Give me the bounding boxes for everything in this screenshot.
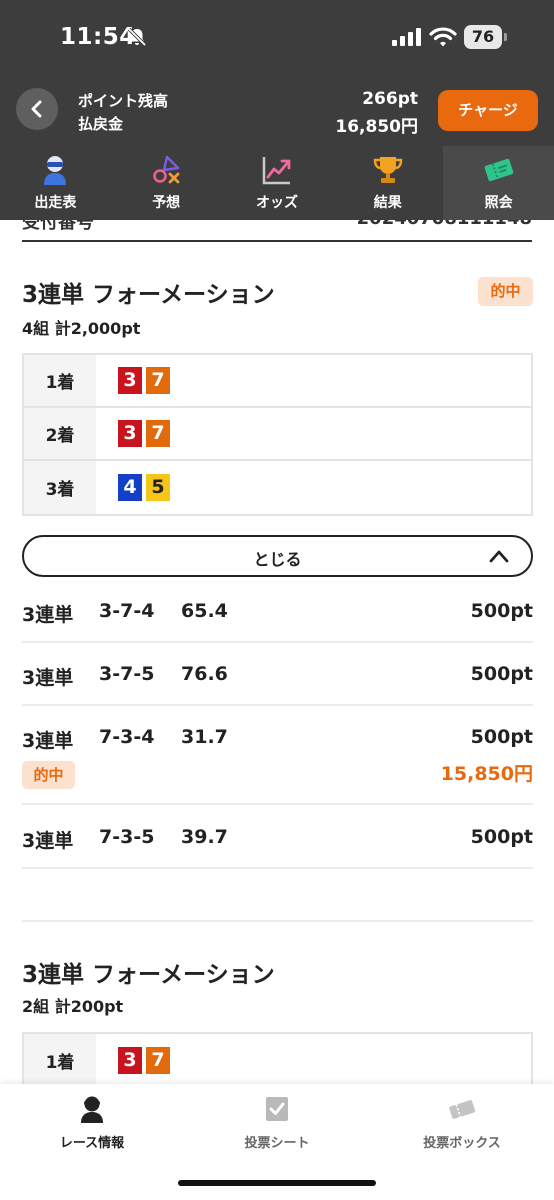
tickets-icon <box>449 1100 476 1119</box>
tab-prediction[interactable]: 予想 <box>111 146 222 220</box>
combo-row: 3連単 7-3-5 39.7 500pt <box>22 826 533 869</box>
tab-label: 結果 <box>373 195 402 211</box>
combo-odds: 31.7 <box>181 726 228 748</box>
collapse-label: とじる <box>253 550 302 569</box>
combo-type: 3連単 <box>22 730 74 752</box>
boat-number-3: 3 <box>118 1047 142 1074</box>
combo-number: 3-7-5 <box>99 663 155 685</box>
combo-type: 3連単 <box>22 604 74 626</box>
tab-entry-list[interactable]: 出走表 <box>0 146 111 220</box>
combo-type: 3連単 <box>22 830 74 852</box>
combo-odds: 39.7 <box>181 826 228 848</box>
bottom-tab-label: レース情報 <box>59 1136 125 1151</box>
chevron-left-icon <box>31 100 42 118</box>
combo-payout: 15,850円 <box>440 763 533 785</box>
bet-summary: 2組 計200pt <box>22 997 124 1016</box>
collapse-button[interactable]: とじる <box>22 535 533 577</box>
symbols-icon <box>153 155 180 184</box>
bet-summary: 4組 計2,000pt <box>22 319 141 338</box>
combo-odds: 76.6 <box>181 663 228 685</box>
point-balance-label: ポイント残高 <box>78 92 169 110</box>
boat-number-3: 3 <box>118 367 142 394</box>
battery-level: 76 <box>464 25 502 49</box>
combo-amount: 500pt <box>470 600 533 622</box>
payout-value: 16,850円 <box>335 117 418 137</box>
boat-number-4: 4 <box>118 474 142 501</box>
formation-grid: 1着 3 7 2着 3 7 3着 4 5 <box>22 353 533 516</box>
place-label: 2着 <box>24 408 96 459</box>
racer-silhouette-icon <box>81 1096 103 1123</box>
place-label: 3着 <box>24 461 96 514</box>
payout-label: 払戻金 <box>78 115 124 133</box>
place-label: 1着 <box>24 1034 96 1084</box>
combo-row-hit: 3連単 7-3-4 31.7 500pt 的中 15,850円 <box>22 726 533 805</box>
signal-icon <box>392 28 421 46</box>
boat-number-7: 7 <box>146 1047 170 1074</box>
charge-button[interactable]: チャージ <box>438 90 538 131</box>
receipt-number-value: 20240708111148 <box>357 220 532 229</box>
ticket-icon <box>484 158 513 182</box>
combo-number: 7-3-5 <box>99 826 155 848</box>
receipt-number-row: 受付番号 20240708111148 <box>22 220 532 242</box>
back-button[interactable] <box>16 88 58 130</box>
formation-row-second: 2着 3 7 <box>24 408 531 461</box>
wifi-icon <box>429 27 457 47</box>
point-balance-value: 266pt <box>362 89 418 109</box>
tab-label: 予想 <box>152 195 181 211</box>
tab-inquiry[interactable]: 照会 <box>443 146 554 220</box>
tab-odds[interactable]: オッズ <box>222 146 333 220</box>
receipt-number-label: 受付番号 <box>22 220 94 233</box>
bottom-tab-label: 投票シート <box>244 1136 310 1151</box>
section-divider <box>22 920 533 922</box>
combo-amount: 500pt <box>470 826 533 848</box>
trophy-icon <box>373 157 403 183</box>
tab-label: オッズ <box>255 195 298 211</box>
formation-row-first: 1着 3 7 <box>24 355 531 408</box>
combo-type: 3連単 <box>22 667 74 689</box>
home-indicator <box>178 1180 376 1186</box>
combo-odds: 65.4 <box>181 600 228 622</box>
boat-number-3: 3 <box>118 420 142 447</box>
hit-badge: 的中 <box>478 277 533 306</box>
racer-icon <box>44 156 67 185</box>
boat-number-5: 5 <box>146 474 170 501</box>
combo-number: 3-7-4 <box>99 600 155 622</box>
boat-number-7: 7 <box>146 420 170 447</box>
bottom-tab-vote-box[interactable]: 投票ボックス <box>370 1094 554 1154</box>
chevron-up-icon <box>489 550 509 563</box>
bet-detail-content[interactable]: 受付番号 20240708111148 3連単 フォーメーション 4組 計2,0… <box>0 220 554 1084</box>
bottom-tab-race-info[interactable]: レース情報 <box>0 1094 184 1154</box>
bottom-tab-vote-sheet[interactable]: 投票シート <box>185 1094 369 1154</box>
place-label: 1着 <box>24 355 96 406</box>
bell-muted-icon <box>127 27 147 47</box>
boat-number-7: 7 <box>146 367 170 394</box>
formation-grid: 1着 3 7 <box>22 1032 533 1084</box>
bottom-tab-label: 投票ボックス <box>423 1136 501 1151</box>
tab-results[interactable]: 結果 <box>332 146 443 220</box>
race-nav-tabs: 出走表 予想 オッズ 結果 照会 <box>0 146 554 220</box>
combo-number: 7-3-4 <box>99 726 155 748</box>
combo-amount: 500pt <box>470 663 533 685</box>
trend-chart-icon <box>262 157 291 185</box>
battery-tip <box>504 33 507 41</box>
combo-amount: 500pt <box>470 726 533 748</box>
bet-type-title: 3連単 フォーメーション <box>22 962 275 988</box>
combo-row: 3連単 3-7-5 76.6 500pt <box>22 663 533 706</box>
divider <box>22 240 532 242</box>
status-time: 11:54 <box>60 24 136 50</box>
formation-row-first: 1着 3 7 <box>24 1034 531 1084</box>
formation-row-third: 3着 4 5 <box>24 461 531 514</box>
hit-badge: 的中 <box>22 761 75 789</box>
app-header: 11:54 76 ポイント残高 払戻金 266pt 16,850円 チャージ 出… <box>0 0 554 220</box>
combo-row: 3連単 3-7-4 65.4 500pt <box>22 600 533 643</box>
bet-type-title: 3連単 フォーメーション <box>22 282 275 308</box>
checkbox-sheet-icon <box>266 1097 288 1121</box>
tab-label: 照会 <box>484 195 513 211</box>
tab-label: 出走表 <box>34 195 77 211</box>
battery-indicator: 76 <box>464 25 508 49</box>
